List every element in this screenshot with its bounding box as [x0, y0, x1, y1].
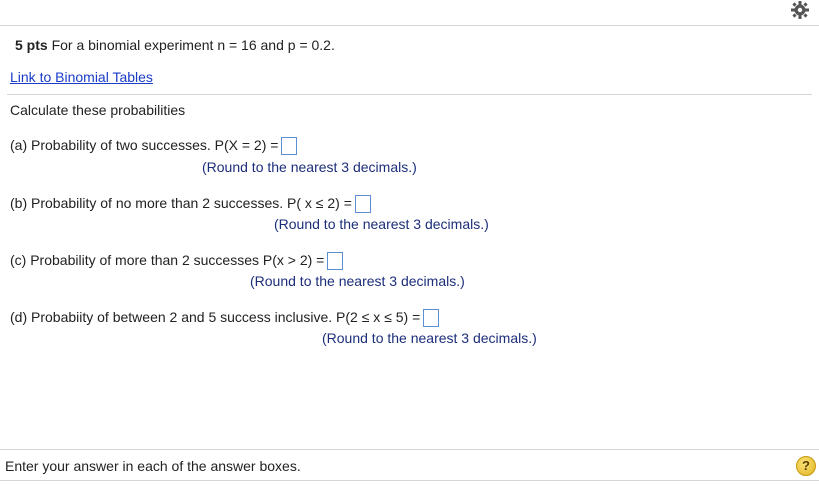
part-c-row: (c) Probability of more than 2 successes…	[10, 252, 344, 270]
footer-divider	[0, 449, 819, 450]
question-prompt: For a binomial experiment n = 16 and p =…	[51, 37, 335, 53]
part-c-answer-input[interactable]	[327, 252, 344, 270]
part-d-round-note: (Round to the nearest 3 decimals.)	[322, 330, 537, 346]
part-b-label: (b) Probability of no more than 2 succes…	[10, 195, 352, 211]
part-d-row: (d) Probabiity of between 2 and 5 succes…	[10, 309, 440, 327]
part-c-label: (c) Probability of more than 2 successes…	[10, 252, 325, 268]
part-c-round-note: (Round to the nearest 3 decimals.)	[250, 273, 465, 289]
part-a-label: (a) Probability of two successes. P(X = …	[10, 137, 279, 153]
part-b-round-note: (Round to the nearest 3 decimals.)	[274, 216, 489, 232]
part-d-answer-input[interactable]	[423, 309, 440, 327]
points-label: 5 pts	[15, 37, 48, 53]
top-divider	[0, 25, 819, 26]
footer-instruction: Enter your answer in each of the answer …	[5, 458, 301, 474]
section-divider	[7, 94, 812, 95]
part-b-row: (b) Probability of no more than 2 succes…	[10, 195, 371, 213]
part-a-answer-input[interactable]	[281, 137, 298, 155]
instruction-text: Calculate these probabilities	[10, 102, 186, 118]
part-a-row: (a) Probability of two successes. P(X = …	[10, 137, 298, 155]
part-a-round-note: (Round to the nearest 3 decimals.)	[202, 159, 417, 175]
part-b-answer-input[interactable]	[354, 195, 371, 213]
gear-icon[interactable]	[789, 0, 811, 20]
bottom-divider	[0, 480, 819, 481]
help-icon[interactable]: ?	[796, 456, 816, 476]
question-header: 5 pts For a binomial experiment n = 16 a…	[15, 37, 335, 53]
part-d-label: (d) Probabiity of between 2 and 5 succes…	[10, 309, 421, 325]
binomial-tables-link[interactable]: Link to Binomial Tables	[10, 69, 153, 85]
